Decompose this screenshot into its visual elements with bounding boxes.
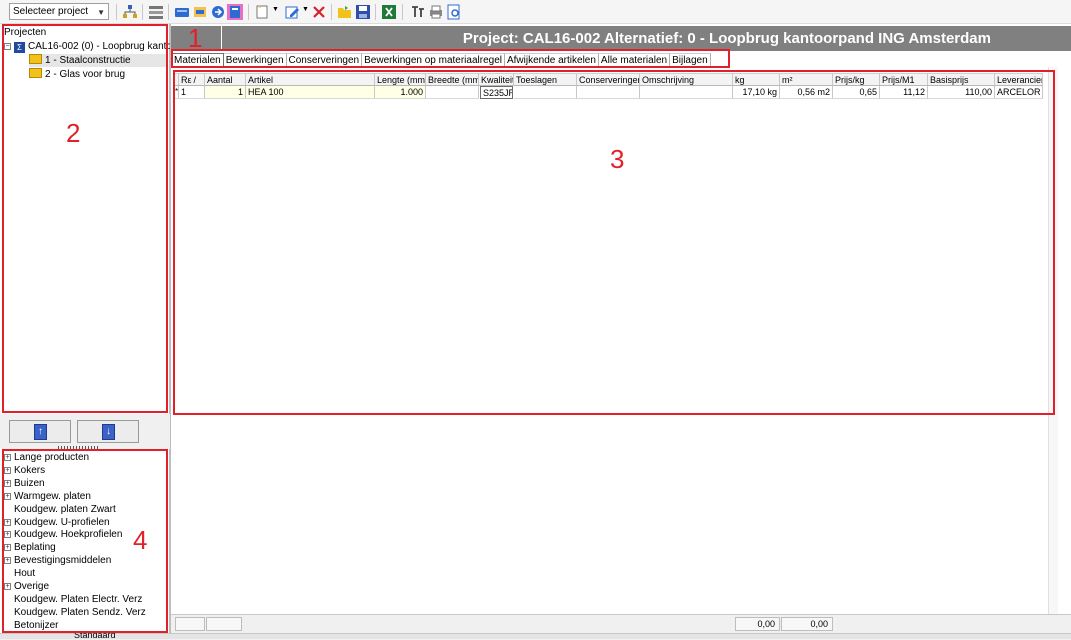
excel-icon[interactable] (381, 4, 397, 20)
totals-bar: 0,00 0,00 (171, 614, 1071, 632)
dropdown-arrow-icon[interactable]: ▼ (272, 6, 279, 13)
keyboard-icon[interactable] (174, 4, 190, 20)
status-strip: Standaard (0, 630, 1071, 640)
save-icon[interactable] (355, 4, 371, 20)
annotation-label-2: 2 (66, 118, 81, 148)
annotation-label-4: 4 (133, 525, 148, 555)
annotation-label-3: 3 (610, 144, 625, 174)
move-down-button[interactable]: ↓ (77, 420, 139, 443)
export-icon[interactable] (192, 4, 208, 20)
chevron-down-icon: ▼ (97, 8, 105, 17)
toolbar-separator (331, 4, 332, 20)
toolbar-separator (248, 4, 249, 20)
project-select-value: Selecteer project (13, 6, 89, 17)
print-icon[interactable] (428, 4, 444, 20)
toolbar-separator (168, 4, 169, 20)
toolbar: Selecteer project ▼ ▼ ▼ (0, 0, 1071, 24)
project-select[interactable]: Selecteer project ▼ (9, 3, 109, 20)
structure-icon[interactable] (122, 4, 138, 20)
arrow-down-icon: ↓ (102, 424, 115, 440)
toolbar-separator (142, 4, 143, 20)
totals-cell (175, 617, 205, 631)
calculator-icon[interactable] (227, 4, 243, 20)
open-folder-icon[interactable] (337, 4, 353, 20)
toolbar-separator (402, 4, 403, 20)
total-kg: 0,00 (735, 617, 780, 631)
totals-cell (206, 617, 242, 631)
move-up-button[interactable]: ↑ (9, 420, 71, 443)
arrow-up-icon: ↑ (34, 424, 47, 440)
total-m2: 0,00 (781, 617, 833, 631)
tools-icon[interactable] (410, 4, 426, 20)
navigate-icon[interactable] (210, 4, 226, 20)
toolbar-separator (116, 4, 117, 20)
annotation-box-2 (2, 24, 168, 413)
dropdown-arrow-icon[interactable]: ▼ (302, 6, 309, 13)
toolbar-separator (375, 4, 376, 20)
preview-icon[interactable] (446, 4, 462, 20)
edit-icon[interactable] (284, 4, 300, 20)
annotation-box-3 (173, 70, 1055, 415)
new-doc-icon[interactable] (254, 4, 270, 20)
vertical-splitter[interactable] (170, 24, 171, 634)
list-icon[interactable] (148, 4, 164, 20)
page-title: Project: CAL16-002 Alternatief: 0 - Loop… (222, 26, 1071, 51)
annotation-label-1: 1 (188, 23, 203, 53)
delete-icon[interactable] (311, 4, 327, 20)
annotation-box-1 (171, 49, 730, 68)
